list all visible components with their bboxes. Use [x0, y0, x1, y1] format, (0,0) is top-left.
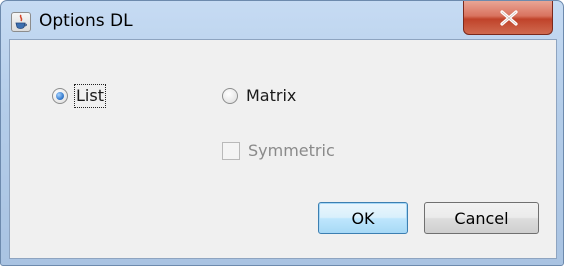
java-cup-icon — [11, 12, 31, 32]
checkbox-symmetric — [222, 142, 240, 160]
checkbox-symmetric-option: Symmetric — [222, 141, 335, 161]
radio-list-label: List — [74, 84, 106, 108]
radio-matrix[interactable] — [222, 88, 238, 104]
title-bar[interactable]: Options DL — [1, 1, 563, 39]
radio-matrix-label: Matrix — [246, 86, 297, 105]
ok-button[interactable]: OK — [318, 202, 408, 234]
close-icon — [500, 10, 518, 26]
radio-matrix-option[interactable]: Matrix — [222, 86, 296, 106]
radio-list-option[interactable]: List — [52, 84, 106, 108]
radio-list[interactable] — [52, 88, 68, 104]
cancel-button[interactable]: Cancel — [424, 202, 539, 234]
checkbox-symmetric-label: Symmetric — [248, 141, 335, 160]
dialog-content: List Matrix Symmetric OK Cancel — [9, 39, 557, 259]
window-title: Options DL — [39, 11, 133, 31]
close-button[interactable] — [463, 1, 553, 35]
options-dialog: Options DL List Matrix Symmetric OK Canc… — [0, 0, 564, 266]
